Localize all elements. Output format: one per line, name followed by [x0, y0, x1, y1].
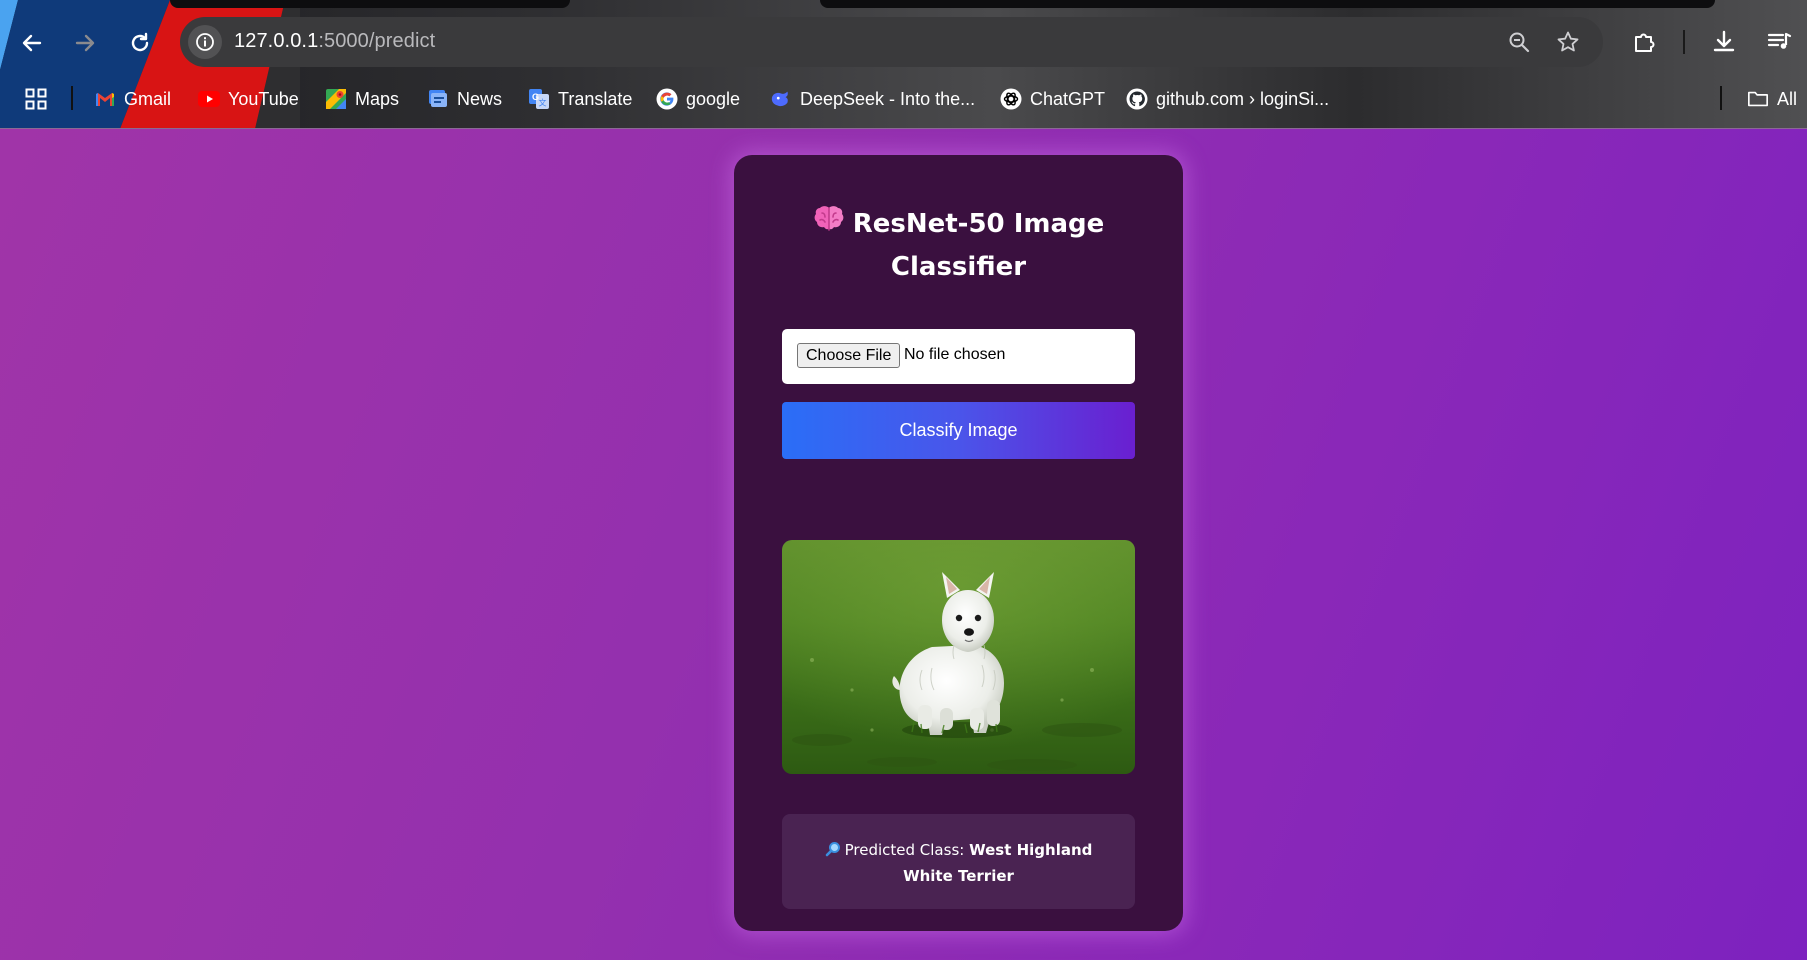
bookmark-chatgpt[interactable]: ChatGPT	[1000, 86, 1105, 112]
zoom-button[interactable]	[1506, 29, 1532, 55]
classify-image-button[interactable]: Classify Image	[782, 402, 1135, 459]
bookmark-label: Translate	[558, 88, 633, 109]
star-icon	[1557, 31, 1579, 52]
bookmark-google[interactable]: google	[656, 86, 740, 112]
media-controls-button[interactable]	[1762, 25, 1796, 59]
bookmark-label: YouTube	[228, 88, 299, 109]
forward-button[interactable]	[68, 26, 102, 60]
address-bar[interactable]: 127.0.0.1:5000/predict	[180, 17, 1603, 67]
page-background: ResNet-50 Image Classifier Choose File N…	[0, 129, 1807, 960]
svg-text:文: 文	[539, 98, 547, 108]
bookmark-translate[interactable]: G文 Translate	[528, 86, 632, 112]
arrow-left-icon	[22, 34, 42, 52]
classifier-card: ResNet-50 Image Classifier Choose File N…	[734, 155, 1183, 931]
folder-icon	[1747, 88, 1769, 110]
page-title: ResNet-50 Image Classifier	[794, 203, 1123, 288]
bookmark-github[interactable]: github.com › loginSi...	[1126, 86, 1329, 112]
bookmarks-divider	[1720, 86, 1722, 110]
site-info-button[interactable]	[188, 25, 222, 59]
playlist-icon	[1767, 32, 1792, 49]
all-bookmarks-button[interactable]: All	[1747, 86, 1797, 112]
bookmark-label: google	[686, 88, 741, 109]
chatgpt-icon	[1000, 88, 1022, 110]
prediction-prefix: Predicted Class:	[844, 841, 965, 859]
deepseek-icon	[770, 88, 792, 110]
bookmark-news[interactable]: News	[427, 86, 502, 112]
uploaded-image-preview	[782, 540, 1135, 774]
github-icon	[1126, 88, 1148, 110]
bookmark-label: github.com › loginSi...	[1156, 88, 1330, 109]
url-path: :5000/predict	[318, 30, 436, 52]
tab-strip-edge	[170, 0, 570, 8]
translate-icon: G文	[528, 88, 550, 110]
bookmark-star-button[interactable]	[1555, 29, 1581, 55]
terrier-photo	[782, 540, 1135, 774]
url-text[interactable]: 127.0.0.1:5000/predict	[234, 30, 435, 53]
puzzle-icon	[1635, 33, 1655, 52]
reload-button[interactable]	[123, 26, 157, 60]
title-text: ResNet-50 Image Classifier	[852, 209, 1105, 282]
apps-button[interactable]	[25, 86, 47, 112]
prediction-result: Predicted Class: West Highland White Ter…	[782, 814, 1135, 909]
bookmark-label: Maps	[355, 88, 400, 109]
info-icon	[196, 33, 214, 51]
bookmark-label: Gmail	[124, 88, 172, 109]
tab-strip-edge	[820, 0, 1715, 8]
all-bookmarks-label: All	[1777, 88, 1798, 109]
apps-grid-icon	[25, 88, 47, 110]
bookmark-label: ChatGPT	[1030, 88, 1106, 109]
bookmark-label: DeepSeek - Into the...	[800, 88, 976, 109]
download-icon	[1713, 30, 1735, 52]
bookmarks-bar: Gmail YouTube Maps News G文 Translate goo…	[0, 78, 1807, 118]
news-icon	[427, 88, 449, 110]
zoom-out-icon	[1509, 32, 1530, 53]
magnifier-icon	[825, 840, 841, 864]
bookmark-maps[interactable]: Maps	[325, 86, 399, 112]
bookmark-deepseek[interactable]: DeepSeek - Into the...	[770, 86, 975, 112]
file-status-text: No file chosen	[904, 346, 1006, 363]
url-host: 127.0.0.1	[234, 30, 319, 52]
downloads-button[interactable]	[1707, 25, 1741, 59]
bookmark-label: News	[457, 88, 503, 109]
reload-icon	[131, 32, 149, 52]
brain-icon	[813, 204, 845, 246]
maps-icon	[325, 88, 347, 110]
browser-chrome: 127.0.0.1:5000/predict Gmail YouTube Map…	[0, 0, 1807, 129]
youtube-icon	[198, 88, 220, 110]
file-input[interactable]: Choose File No file chosen	[782, 329, 1135, 384]
extensions-button[interactable]	[1628, 25, 1662, 59]
gmail-icon	[94, 88, 116, 110]
google-icon	[656, 88, 678, 110]
arrow-right-icon	[75, 34, 95, 52]
bookmark-youtube[interactable]: YouTube	[198, 86, 299, 112]
choose-file-button[interactable]: Choose File	[797, 343, 901, 368]
prediction-text: Predicted Class: West Highland White Ter…	[802, 838, 1115, 888]
bookmarks-divider	[71, 86, 73, 110]
toolbar-divider	[1683, 30, 1685, 54]
bookmark-gmail[interactable]: Gmail	[94, 86, 171, 112]
back-button[interactable]	[15, 26, 49, 60]
